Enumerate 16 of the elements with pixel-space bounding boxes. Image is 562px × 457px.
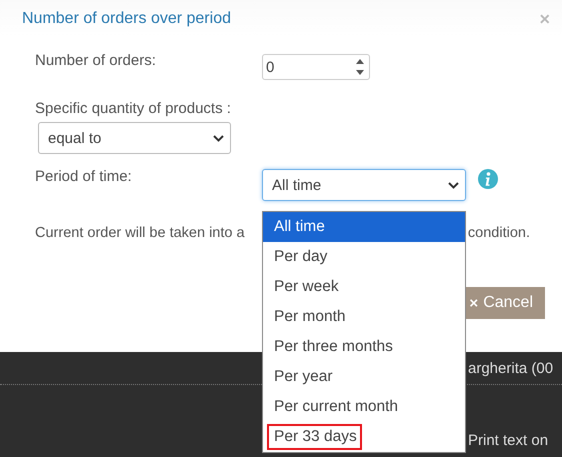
field-label: Period of time: [35, 168, 133, 185]
background-text: Print text on [468, 432, 548, 449]
chevron-down-icon [213, 134, 224, 142]
chevron-down-icon [448, 182, 459, 188]
dropdown-option[interactable]: All time [263, 212, 465, 242]
background-text: argherita (00 [468, 360, 554, 376]
period-select[interactable]: All time [262, 169, 466, 201]
number-field[interactable]: 0 [262, 54, 370, 80]
note-text: condition. [468, 225, 530, 241]
field-label: Number of orders: [35, 52, 157, 69]
quantity-select[interactable]: equal to [38, 122, 231, 154]
field-label: Specific quantity of products : [35, 100, 231, 117]
note-text: Current order will be taken into a [35, 225, 245, 241]
spinner-arrows-icon [355, 57, 365, 77]
info-icon[interactable] [477, 168, 499, 190]
dialog-title: Number of orders over period [22, 10, 231, 28]
